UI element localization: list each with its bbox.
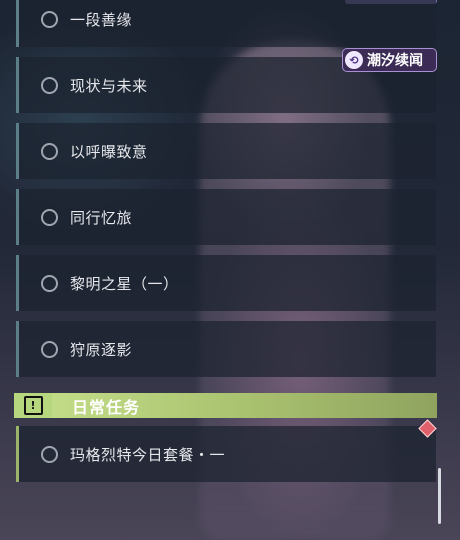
quest-label: 现状与未来 [70,76,148,95]
quest-item[interactable]: 同行忆旅 [16,189,436,245]
quest-label: 玛格烈特今日套餐・一 [70,445,226,464]
quest-item[interactable]: 以呼曝致意 [16,123,436,179]
daily-quest-item[interactable]: 玛格烈特今日套餐・一 [16,426,436,482]
quest-radio-icon [41,208,58,226]
quest-radio-icon [41,76,58,94]
event-badge[interactable]: ⟲ 潮汐续闻 [342,48,437,72]
quest-item[interactable]: 狩原逐影 [16,321,436,377]
exclamation-icon: ! [14,393,52,418]
section-title: 日常任务 [72,397,141,417]
quest-label: 以呼曝致意 [70,142,148,161]
quest-label: 一段善缘 [70,10,133,29]
quest-label: 黎明之星（一） [70,274,179,293]
quest-label: 同行忆旅 [70,208,133,227]
quest-radio-icon [41,274,58,292]
quest-item[interactable]: 黎明之星（一） [16,255,436,311]
quest-radio-icon [41,340,58,358]
scrollbar-thumb[interactable] [438,468,441,524]
event-badge-label: 潮汐续闻 [367,53,423,69]
tide-event-icon: ⟲ [345,51,363,69]
scrollbar[interactable] [438,0,441,540]
quest-label: 狩原逐影 [70,340,133,359]
daily-section-header[interactable]: ! 日常任务 [14,393,437,418]
quest-radio-icon [41,445,58,463]
quest-item[interactable]: 一段善缘 [16,0,436,47]
quest-radio-icon [41,142,58,160]
quest-radio-icon [41,10,58,28]
